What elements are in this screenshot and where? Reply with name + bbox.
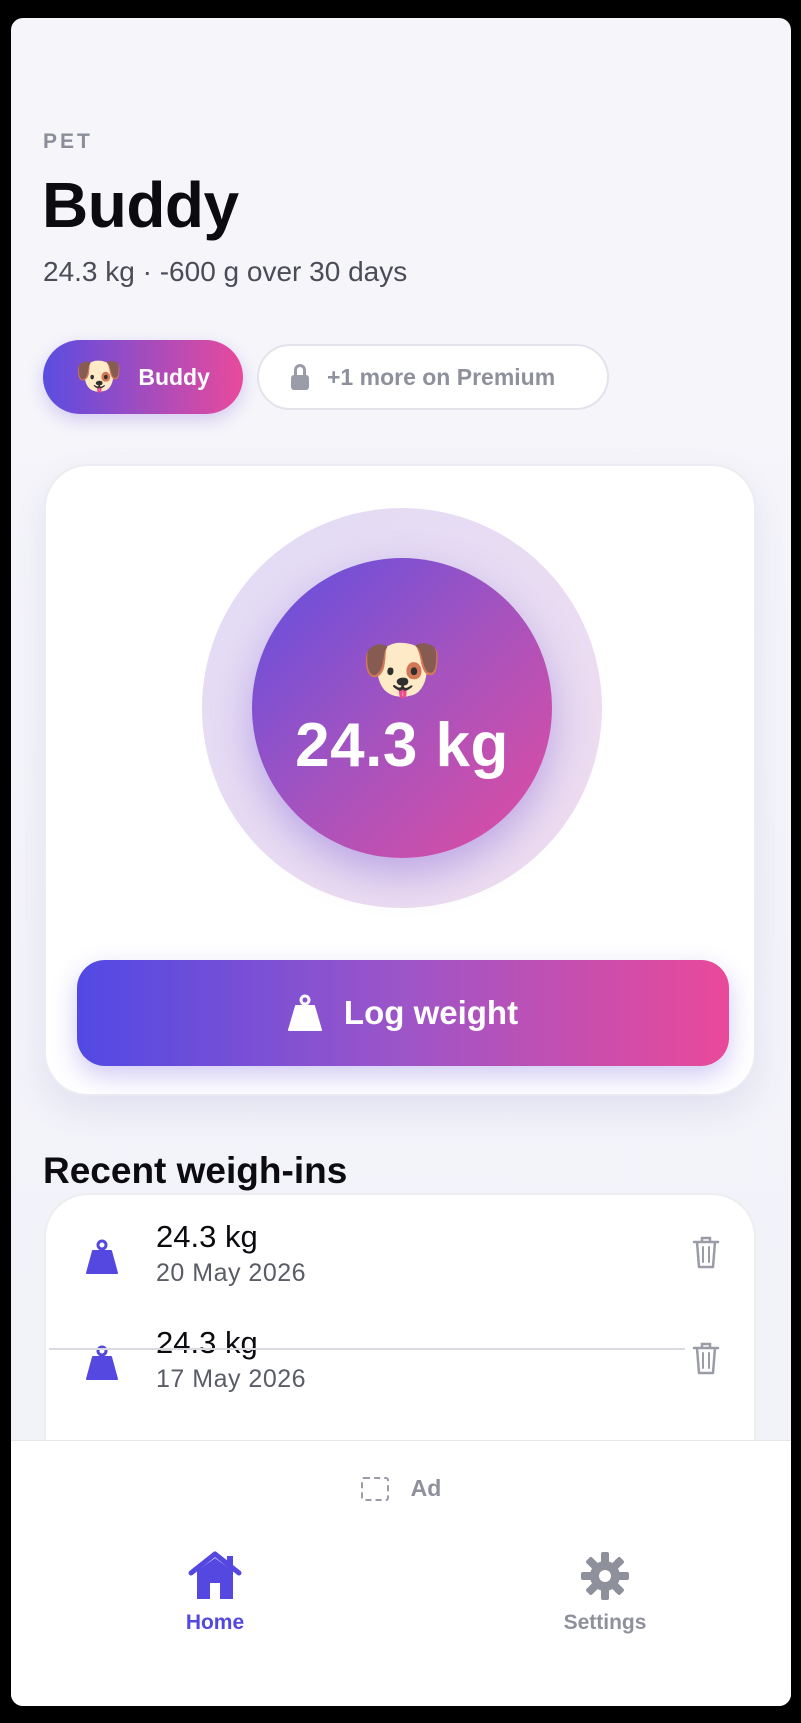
log-weight-label: Log weight [343,994,519,1031]
list-item[interactable]: 24.3 kg 17 May 2026 [46,1301,758,1407]
tab-home-label: Home [185,1611,245,1634]
app-screen: PET Buddy 24.3 kg · -600 g over 30 days … [11,18,791,1706]
weight-icon [86,1239,118,1274]
weigh-in-weight: 24.3 kg [156,1325,258,1360]
lock-icon [291,364,309,390]
weigh-in-weight: 24.3 kg [156,1219,258,1254]
tab-settings[interactable]: Settings [535,1551,675,1635]
weigh-in-date: 20 May 2026 [156,1259,307,1287]
list-divider [49,1348,685,1350]
trash-icon[interactable] [692,1341,720,1375]
weight-icon [86,1345,118,1380]
list-item[interactable]: 24.3 kg 20 May 2026 [46,1195,758,1301]
ad-label: Ad [410,1475,442,1501]
pet-chip-buddy[interactable]: 🐶 Buddy [43,340,243,414]
home-icon [188,1551,242,1599]
weight-summary: 24.3 kg · -600 g over 30 days [43,256,408,287]
weigh-in-date: 17 May 2026 [156,1365,307,1393]
bottom-bar: Ad Home Settings [11,1440,791,1706]
dog-icon: 🐶 [75,356,123,398]
tab-home[interactable]: Home [145,1551,285,1635]
pet-chip-label: Buddy [138,363,210,390]
premium-upsell-chip[interactable]: +1 more on Premium [257,344,609,410]
tab-settings-label: Settings [563,1611,647,1634]
ad-banner[interactable]: Ad [11,1475,791,1502]
ad-placeholder-icon [360,1476,389,1501]
trash-icon[interactable] [692,1235,720,1269]
weight-icon [287,994,322,1031]
weight-orb: 🐶 24.3 kg [252,558,552,858]
dog-icon: 🐶 [360,632,444,706]
log-weight-button[interactable]: Log weight [77,960,729,1066]
section-eyebrow: PET [43,130,93,153]
current-weight-card: 🐶 24.3 kg Log weight [44,464,756,1096]
current-weight-value: 24.3 kg [295,711,509,780]
recent-weigh-ins-heading: Recent weigh-ins [43,1150,348,1191]
gear-icon [581,1552,629,1600]
page-title: Buddy [42,169,239,241]
premium-chip-label: +1 more on Premium [327,363,556,390]
